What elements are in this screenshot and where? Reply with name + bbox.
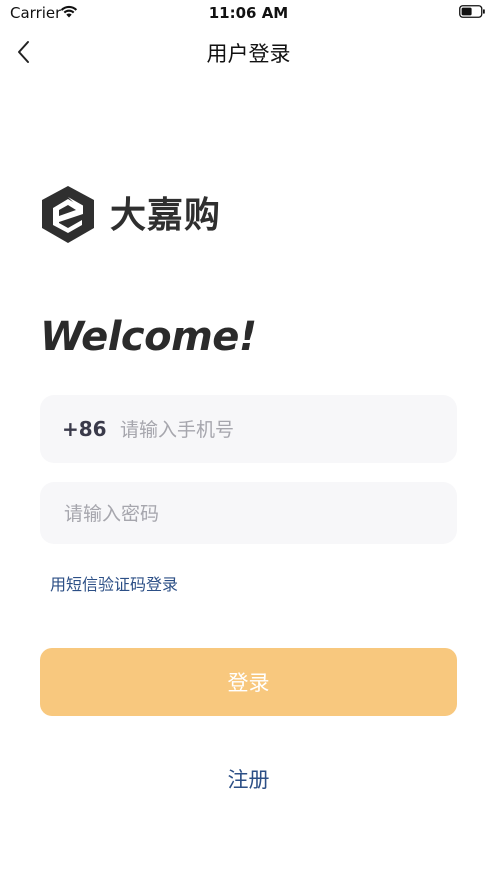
phone-field: +86 bbox=[40, 395, 457, 465]
login-button[interactable]: 登录 bbox=[40, 648, 457, 716]
brand-logo: 大嘉购 bbox=[38, 184, 248, 248]
sms-login-link[interactable]: 用短信验证码登录 bbox=[50, 571, 178, 595]
nav-bar: 用户登录 bbox=[0, 26, 497, 78]
country-code[interactable]: +86 bbox=[62, 417, 107, 441]
brand-logo-icon bbox=[42, 186, 94, 243]
welcome-heading: Welcome! bbox=[40, 314, 257, 360]
status-time: 11:06 AM bbox=[208, 4, 289, 22]
battery-icon bbox=[459, 5, 485, 18]
password-input[interactable] bbox=[62, 482, 446, 546]
password-field bbox=[40, 482, 457, 546]
status-bar: Carrier 11:06 AM bbox=[0, 0, 497, 26]
phone-input[interactable] bbox=[118, 395, 442, 465]
brand-logo-text: 大嘉购 bbox=[110, 195, 222, 236]
page-title: 用户登录 bbox=[206, 42, 291, 66]
register-link[interactable]: 注册 bbox=[0, 764, 497, 794]
